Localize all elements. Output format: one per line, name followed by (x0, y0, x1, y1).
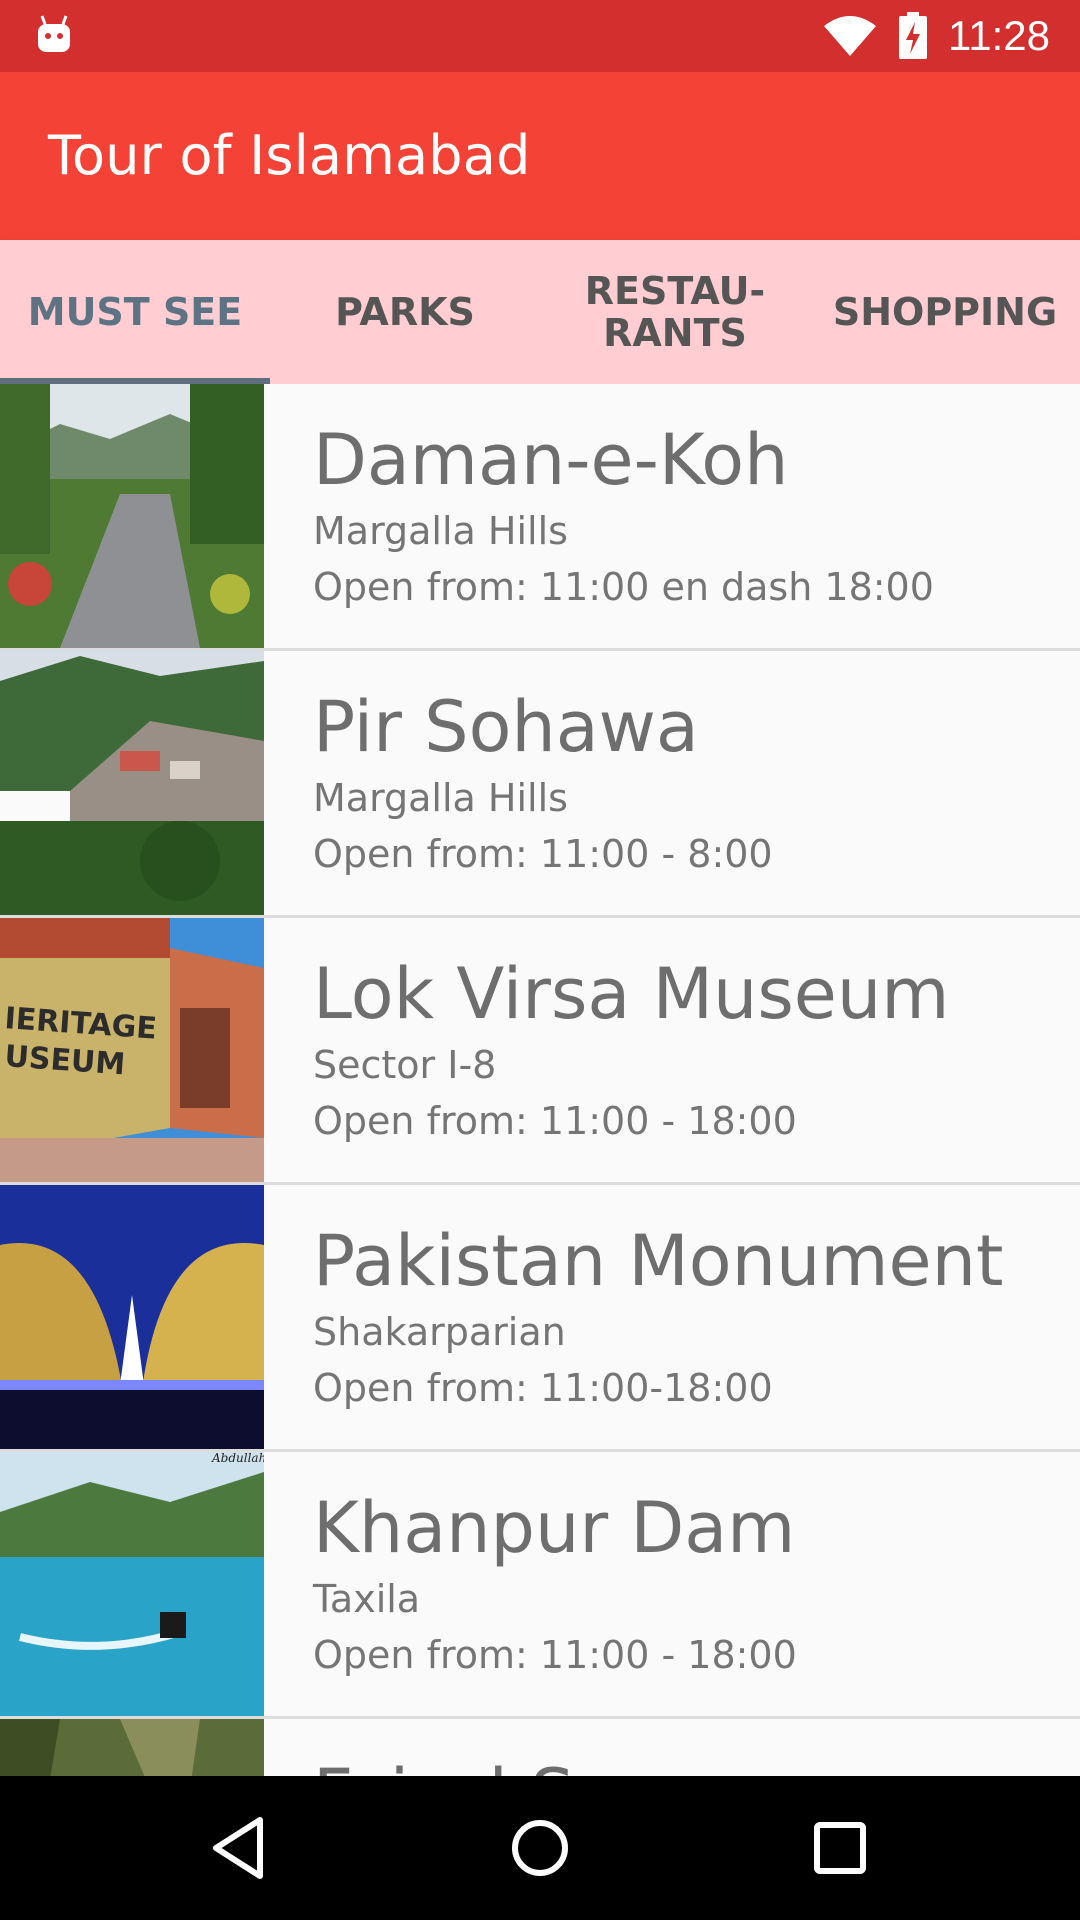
place-name: Lok Virsa Museum (313, 953, 950, 1035)
place-area: Sector I-8 (313, 1043, 497, 1087)
place-name: Pakistan Monument (313, 1220, 1004, 1302)
list-item[interactable]: Faisal Square (0, 1719, 1080, 1776)
place-photo (0, 384, 264, 648)
battery-charging-icon (899, 12, 927, 59)
hillside-village-photo (0, 651, 264, 915)
place-photo (0, 1185, 264, 1449)
category-tabs: MUST SEE PARKS RESTAU- RANTS SHOPPING (0, 240, 1080, 384)
park-road-hills-photo (0, 384, 264, 648)
place-photo (0, 651, 264, 915)
place-name: Daman-e-Koh (313, 419, 789, 501)
place-photo: IERITAGE USEUM (0, 918, 264, 1182)
tab-parks[interactable]: PARKS (270, 240, 540, 384)
place-name: Faisal Square (313, 1755, 1060, 1776)
wifi-icon (824, 16, 876, 56)
place-hours: Open from: 11:00 - 18:00 (313, 1633, 797, 1677)
place-hours: Open from: 11:00-18:00 (313, 1366, 773, 1410)
navigation-bar (0, 1776, 1080, 1920)
app-title: Tour of Islamabad (48, 124, 531, 187)
tab-restaurants[interactable]: RESTAU- RANTS (540, 240, 810, 384)
tab-label: SHOPPING (832, 290, 1058, 334)
place-name: Pir Sohawa (313, 686, 699, 768)
place-area: Shakarparian (313, 1310, 566, 1354)
place-hours: Open from: 11:00 en dash 18:00 (313, 565, 934, 609)
place-hours: Open from: 11:00 - 18:00 (313, 1099, 797, 1143)
photo-watermark: Abdullah (211, 1452, 264, 1465)
recents-icon[interactable] (802, 1810, 878, 1886)
place-photo (0, 1719, 264, 1776)
place-photo: Abdullah (0, 1452, 264, 1716)
app-bar: Tour of Islamabad (0, 72, 1080, 240)
lake-jetski-photo: Abdullah (0, 1452, 264, 1716)
list-item[interactable]: Pakistan Monument Shakarparian Open from… (0, 1185, 1080, 1452)
monument-night-photo (0, 1185, 264, 1449)
tab-label: PARKS (335, 290, 475, 334)
list-item[interactable]: IERITAGE USEUM Lok Virsa Museum Sector I… (0, 918, 1080, 1185)
home-icon[interactable] (502, 1810, 578, 1886)
tab-must-see[interactable]: MUST SEE (0, 240, 270, 384)
places-list[interactable]: Daman-e-Koh Margalla Hills Open from: 11… (0, 384, 1080, 1776)
forest-photo (0, 1719, 264, 1776)
list-item[interactable]: Pir Sohawa Margalla Hills Open from: 11:… (0, 651, 1080, 918)
back-icon[interactable] (202, 1810, 278, 1886)
tab-label: MUST SEE (27, 290, 243, 334)
heritage-museum-photo: IERITAGE USEUM (0, 918, 264, 1182)
place-area: Margalla Hills (313, 509, 568, 553)
place-area: Taxila (313, 1577, 421, 1621)
place-hours: Open from: 11:00 - 8:00 (313, 832, 773, 876)
place-name: Khanpur Dam (313, 1487, 796, 1569)
status-bar: 11:28 (0, 0, 1080, 72)
place-area: Margalla Hills (313, 776, 568, 820)
debug-icon (38, 15, 70, 52)
status-clock: 11:28 (948, 12, 1050, 59)
list-item[interactable]: Abdullah Khanpur Dam Taxila Open from: 1… (0, 1452, 1080, 1719)
list-item[interactable]: Daman-e-Koh Margalla Hills Open from: 11… (0, 384, 1080, 651)
tab-label: RESTAU- RANTS (584, 269, 766, 355)
tab-shopping[interactable]: SHOPPING (810, 240, 1080, 384)
